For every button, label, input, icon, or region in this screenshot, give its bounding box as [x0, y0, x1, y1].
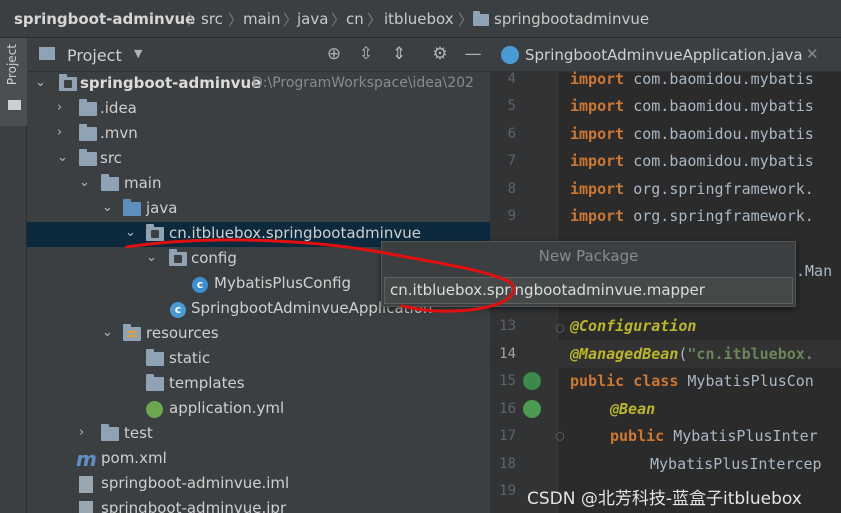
red-annotation-stroke	[125, 238, 516, 313]
watermark: CSDN @北芳科技-蓝盒子itbluebox	[527, 489, 802, 509]
